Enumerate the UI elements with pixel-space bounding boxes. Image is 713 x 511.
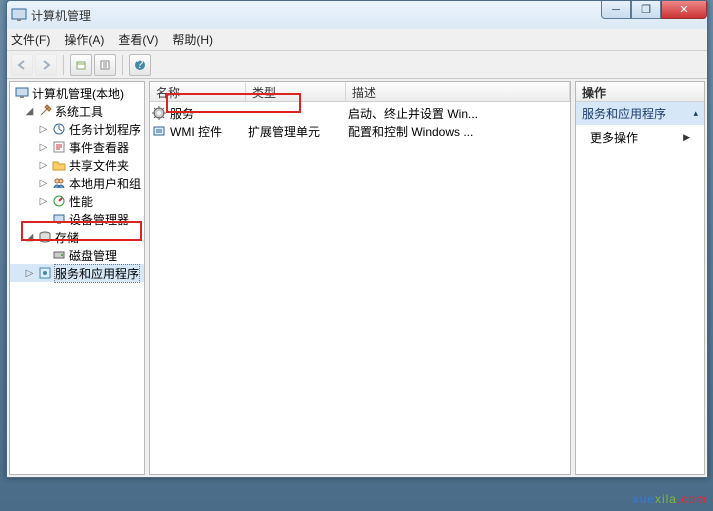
list-item[interactable]: WMI 控件 扩展管理单元 配置和控制 Windows ... — [150, 122, 570, 140]
help-button[interactable]: ? — [129, 54, 151, 76]
forward-button — [35, 54, 57, 76]
menu-action[interactable]: 操作(A) — [64, 31, 104, 48]
titlebar[interactable]: 计算机管理 ─ ❐ ✕ — [7, 1, 707, 29]
expand-icon[interactable]: ▷ — [38, 142, 49, 153]
disk-icon — [52, 248, 66, 262]
actions-section[interactable]: 服务和应用程序 ▴ — [576, 102, 704, 125]
tree-storage[interactable]: ◢ 存储 — [10, 228, 144, 246]
back-button — [11, 54, 33, 76]
menubar: 文件(F) 操作(A) 查看(V) 帮助(H) — [7, 29, 707, 51]
tree-device-manager[interactable]: 设备管理器 — [10, 210, 144, 228]
performance-icon — [52, 194, 66, 208]
tools-icon — [38, 104, 52, 118]
maximize-button[interactable]: ❐ — [631, 1, 661, 19]
collapse-icon[interactable]: ◢ — [24, 232, 35, 243]
clock-icon — [52, 122, 66, 136]
expand-icon[interactable]: ▷ — [38, 160, 49, 171]
actions-header: 操作 — [576, 82, 704, 102]
column-headers: 名称 类型 描述 — [150, 82, 570, 102]
menu-view[interactable]: 查看(V) — [118, 31, 158, 48]
list-item[interactable]: 服务 启动、终止并设置 Win... — [150, 104, 570, 122]
tree-event-viewer[interactable]: ▷ 事件查看器 — [10, 138, 144, 156]
menu-file[interactable]: 文件(F) — [11, 31, 50, 48]
expand-icon[interactable]: ▷ — [38, 178, 49, 189]
minimize-button[interactable]: ─ — [601, 1, 631, 19]
computer-icon — [15, 86, 29, 100]
tree-task-scheduler[interactable]: ▷ 任务计划程序 — [10, 120, 144, 138]
event-icon — [52, 140, 66, 154]
main-panel: 名称 类型 描述 服务 启动、终止并设置 Win... WMI 控件 — [149, 81, 571, 475]
tree-shared-folders[interactable]: ▷ 共享文件夹 — [10, 156, 144, 174]
app-icon — [11, 7, 27, 23]
menu-help[interactable]: 帮助(H) — [172, 31, 213, 48]
col-type[interactable]: 类型 — [246, 82, 346, 101]
up-button[interactable] — [70, 54, 92, 76]
wmi-icon — [152, 124, 166, 138]
tree-system-tools[interactable]: ◢ 系统工具 — [10, 102, 144, 120]
device-icon — [52, 212, 66, 226]
toolbar: ? — [7, 51, 707, 79]
col-name[interactable]: 名称 — [150, 82, 246, 101]
collapse-icon[interactable]: ◢ — [24, 106, 35, 117]
collapse-triangle-icon: ▴ — [693, 108, 698, 119]
properties-button[interactable] — [94, 54, 116, 76]
tree-services-apps[interactable]: ▷ 服务和应用程序 — [10, 264, 144, 282]
svg-text:?: ? — [137, 59, 144, 71]
folder-share-icon — [52, 158, 66, 172]
watermark: xuexila.com — [633, 486, 707, 509]
users-icon — [52, 176, 66, 190]
tree-performance[interactable]: ▷ 性能 — [10, 192, 144, 210]
tree-panel[interactable]: 计算机管理(本地) ◢ 系统工具 ▷ 任务计划程序 ▷ 事件查看器 ▷ 共享文件… — [9, 81, 145, 475]
actions-panel: 操作 服务和应用程序 ▴ 更多操作 ▶ — [575, 81, 705, 475]
submenu-arrow-icon: ▶ — [683, 132, 690, 143]
col-desc[interactable]: 描述 — [346, 82, 570, 101]
services-gear-icon — [152, 106, 166, 120]
expand-icon[interactable]: ▷ — [24, 268, 35, 279]
expand-icon[interactable]: ▷ — [38, 196, 49, 207]
computer-management-window: 计算机管理 ─ ❐ ✕ 文件(F) 操作(A) 查看(V) 帮助(H) ? 计算… — [6, 0, 708, 478]
actions-more[interactable]: 更多操作 ▶ — [576, 125, 704, 150]
close-button[interactable]: ✕ — [661, 1, 707, 19]
window-title: 计算机管理 — [31, 7, 91, 24]
list-rows[interactable]: 服务 启动、终止并设置 Win... WMI 控件 扩展管理单元 配置和控制 W… — [150, 102, 570, 474]
services-apps-icon — [38, 266, 52, 280]
expand-icon[interactable]: ▷ — [38, 124, 49, 135]
tree-root[interactable]: 计算机管理(本地) — [10, 84, 144, 102]
tree-local-users[interactable]: ▷ 本地用户和组 — [10, 174, 144, 192]
storage-icon — [38, 230, 52, 244]
tree-disk-management[interactable]: 磁盘管理 — [10, 246, 144, 264]
